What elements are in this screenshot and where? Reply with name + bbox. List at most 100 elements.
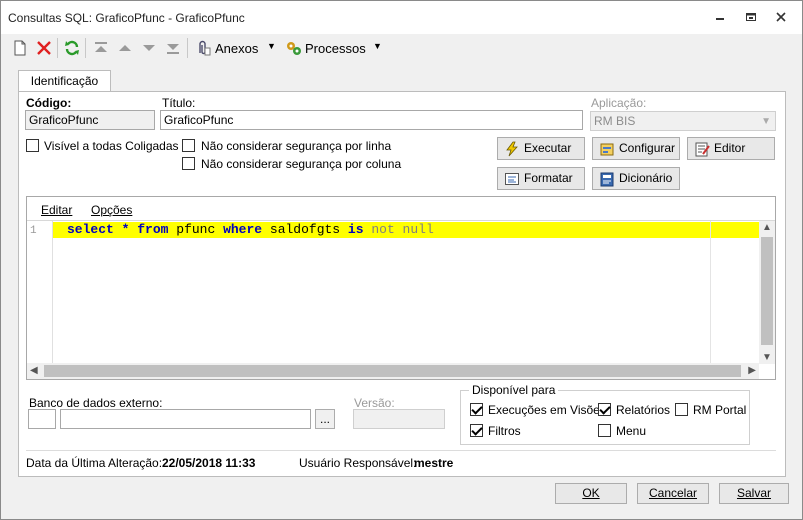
toolbar-separator xyxy=(57,38,58,58)
line-number: 1 xyxy=(30,225,37,237)
external-db-name-field[interactable] xyxy=(60,409,311,429)
sql-editor: Editar Opções 1 select * from pfunc wher… xyxy=(26,196,776,380)
menu-label: Menu xyxy=(616,424,647,438)
editor-label: Editor xyxy=(714,141,746,155)
save-label: Salvar xyxy=(736,486,771,500)
scroll-left-icon[interactable]: ◀ xyxy=(30,365,38,376)
format-label: Formatar xyxy=(524,171,573,185)
filters-checkbox[interactable] xyxy=(470,424,483,437)
horizontal-scroll-thumb[interactable] xyxy=(44,365,741,377)
line-gutter: 1 xyxy=(27,221,53,364)
scroll-down-icon[interactable]: ▼ xyxy=(762,352,772,363)
scroll-up-icon[interactable]: ▲ xyxy=(762,222,772,233)
editor-icon xyxy=(694,141,710,157)
vertical-scroll-thumb[interactable] xyxy=(761,237,773,345)
title-label: Título: xyxy=(162,96,196,110)
restore-icon[interactable] xyxy=(743,9,759,25)
last-record-icon[interactable] xyxy=(164,39,182,57)
toolbar-separator xyxy=(85,38,86,58)
portal-label: RM Portal xyxy=(693,403,747,417)
close-window-icon[interactable] xyxy=(773,9,789,25)
no-row-security-checkbox[interactable] xyxy=(182,139,195,152)
chevron-down-icon[interactable]: ▼ xyxy=(267,41,276,51)
vertical-scrollbar[interactable]: ▲ ▼ xyxy=(759,221,775,364)
horizontal-scrollbar[interactable]: ◀ ▶ xyxy=(27,363,759,379)
application-label: Aplicação: xyxy=(591,96,647,110)
previous-record-icon[interactable] xyxy=(116,39,134,57)
editor-button[interactable]: Editor xyxy=(687,137,775,160)
first-record-icon[interactable] xyxy=(92,39,110,57)
external-db-lookup-button[interactable]: ... xyxy=(315,409,335,429)
portal-checkbox[interactable] xyxy=(675,403,688,416)
code-token: not null xyxy=(371,222,434,237)
filters-label: Filtros xyxy=(488,424,521,438)
menu-checkbox[interactable] xyxy=(598,424,611,437)
ok-label: OK xyxy=(582,486,600,500)
last-change-label: Data da Última Alteração: xyxy=(26,456,163,470)
tab-identificacao[interactable]: Identificação xyxy=(18,70,111,92)
code-line[interactable]: select * from pfunc where saldofgts is n… xyxy=(53,222,759,238)
save-button[interactable]: Salvar xyxy=(719,483,789,504)
format-button[interactable]: Formatar xyxy=(497,167,585,190)
editor-menu-bar: Editar Opções xyxy=(27,197,775,221)
version-field[interactable] xyxy=(353,409,445,429)
right-margin-guide xyxy=(710,221,711,364)
scroll-right-icon[interactable]: ▶ xyxy=(748,365,756,376)
process-gears-icon[interactable] xyxy=(285,39,303,57)
title-bar: Consultas SQL: GraficoPfunc - GraficoPfu… xyxy=(1,1,802,34)
code-token: select xyxy=(67,222,114,237)
application-select[interactable]: RM BIS ▼ xyxy=(590,111,776,131)
new-icon[interactable] xyxy=(11,39,29,57)
dictionary-button[interactable]: Dicionário xyxy=(592,167,680,190)
code-area[interactable]: 1 select * from pfunc where saldofgts is… xyxy=(27,221,759,364)
query-window: Consultas SQL: GraficoPfunc - GraficoPfu… xyxy=(0,0,803,520)
execute-button[interactable]: Executar xyxy=(497,137,585,160)
external-db-label: Banco de dados externo: xyxy=(29,396,163,410)
visible-all-checkbox[interactable] xyxy=(26,139,39,152)
minimize-icon[interactable] xyxy=(712,9,728,25)
dictionary-icon xyxy=(599,171,615,187)
views-checkbox[interactable] xyxy=(470,403,483,416)
views-label: Execuções em Visões xyxy=(488,403,606,417)
configure-icon xyxy=(599,141,615,157)
paperclip-icon[interactable] xyxy=(194,39,212,57)
title-field[interactable]: GraficoPfunc xyxy=(160,110,583,130)
code-token: is xyxy=(347,222,364,237)
cancel-button[interactable]: Cancelar xyxy=(637,483,709,504)
toolbar-separator xyxy=(187,38,188,58)
code-field[interactable]: GraficoPfunc xyxy=(25,110,155,130)
configure-label: Configurar xyxy=(619,141,676,155)
code-token: where xyxy=(223,222,263,237)
version-label: Versão: xyxy=(354,396,395,410)
reports-checkbox[interactable] xyxy=(598,403,611,416)
refresh-icon[interactable] xyxy=(63,39,81,57)
code-token: from xyxy=(137,222,169,237)
user-value: mestre xyxy=(414,456,454,470)
code-token: saldofgts xyxy=(262,222,348,237)
visible-all-label: Visível a todas Coligadas xyxy=(44,139,179,153)
chevron-down-icon: ▼ xyxy=(761,116,771,127)
menu-editar[interactable]: Editar xyxy=(41,203,72,217)
window-title: Consultas SQL: GraficoPfunc - GraficoPfu… xyxy=(8,11,245,25)
delete-icon[interactable] xyxy=(35,39,53,57)
configure-button[interactable]: Configurar xyxy=(592,137,680,160)
external-db-code-field[interactable] xyxy=(28,409,56,429)
lightning-icon xyxy=(504,141,520,157)
code-label: Código: xyxy=(26,96,72,110)
chevron-down-icon[interactable]: ▼ xyxy=(373,41,382,51)
dictionary-label: Dicionário xyxy=(619,171,673,185)
reports-label: Relatórios xyxy=(616,403,671,417)
menu-opcoes[interactable]: Opções xyxy=(91,203,132,217)
next-record-icon[interactable] xyxy=(140,39,158,57)
toolbar: Anexos ▼ Processos ▼ xyxy=(1,34,802,62)
no-col-security-checkbox[interactable] xyxy=(182,157,195,170)
last-change-value: 22/05/2018 11:33 xyxy=(162,456,256,470)
processes-menu[interactable]: Processos xyxy=(305,41,366,56)
attachments-menu[interactable]: Anexos xyxy=(215,41,258,56)
ok-button[interactable]: OK xyxy=(555,483,627,504)
execute-label: Executar xyxy=(524,141,572,155)
code-token: pfunc xyxy=(168,222,224,237)
format-icon xyxy=(504,171,520,187)
no-col-security-label: Não considerar segurança por coluna xyxy=(201,157,402,171)
